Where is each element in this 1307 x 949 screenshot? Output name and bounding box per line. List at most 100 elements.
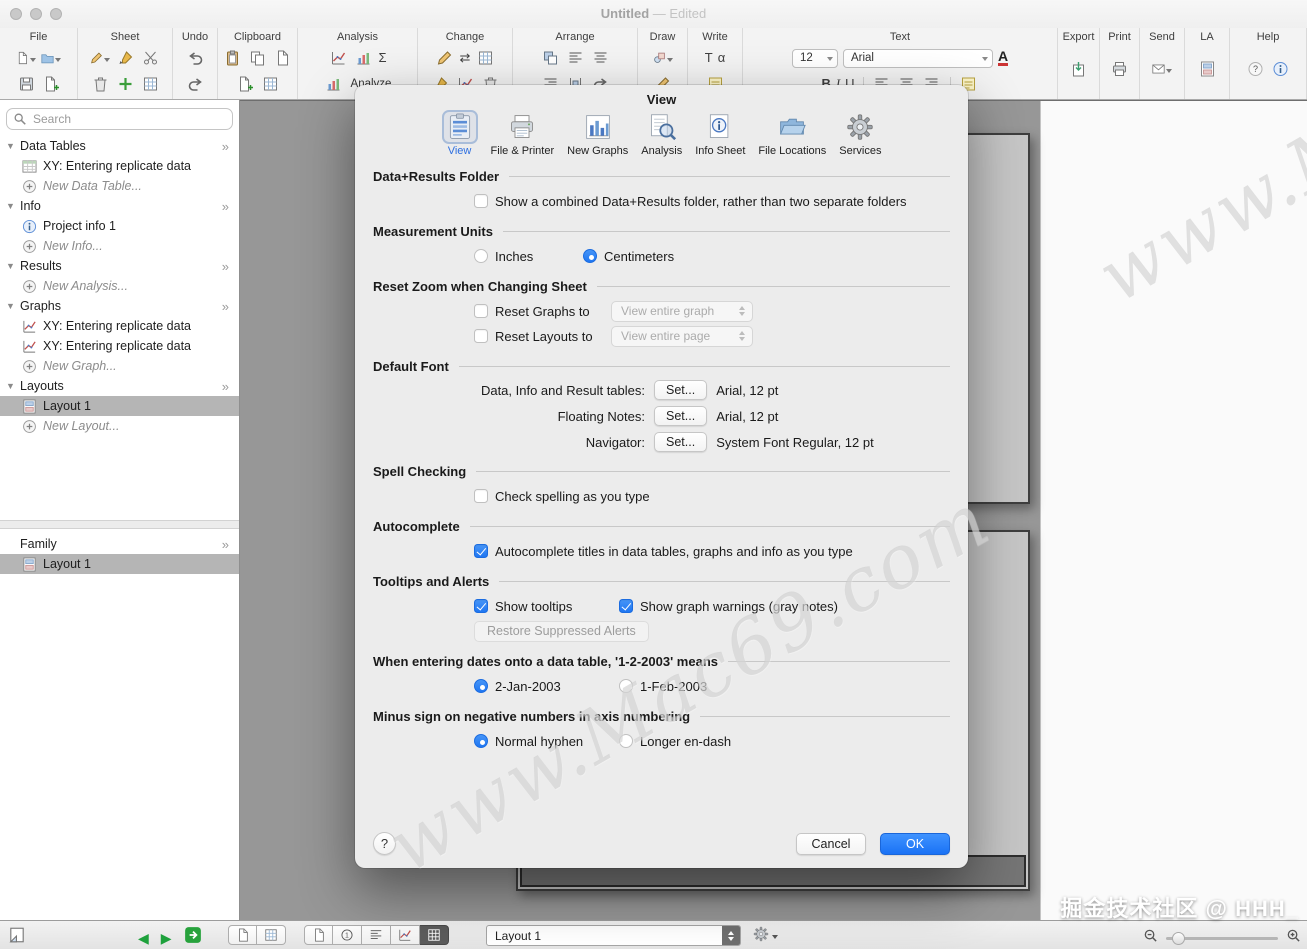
open-file-button[interactable]	[41, 49, 61, 67]
new-sheet-button[interactable]	[115, 75, 135, 93]
align-left-button[interactable]	[565, 49, 585, 67]
disclosure-triangle-icon[interactable]: ▼	[6, 261, 20, 271]
tab-file-printer[interactable]: File & Printer	[491, 110, 554, 157]
centimeters-radio[interactable]	[583, 249, 597, 263]
chevrons-icon[interactable]: »	[222, 379, 229, 394]
chevrons-icon[interactable]: »	[222, 259, 229, 274]
sidebar-item-graph[interactable]: XY: Entering replicate data	[0, 316, 239, 336]
zoom-slider[interactable]	[1166, 931, 1278, 945]
sidebar-item-layout-selected[interactable]: Layout 1	[0, 396, 239, 416]
guides-button[interactable]	[1271, 60, 1291, 78]
align-center-button[interactable]	[590, 49, 610, 67]
sidebar-item-graph[interactable]: XY: Entering replicate data	[0, 336, 239, 356]
search-input[interactable]	[6, 108, 233, 130]
sidebar-item-project-info[interactable]: Project info 1	[0, 216, 239, 236]
en-dash-radio[interactable]	[619, 734, 633, 748]
font-color-button[interactable]: A	[997, 49, 1009, 66]
statistics-icon[interactable]: Σ	[378, 50, 386, 66]
font-size-select[interactable]: 12	[791, 48, 838, 68]
inches-radio[interactable]	[474, 249, 488, 263]
bring-to-front-button[interactable]	[540, 49, 560, 67]
graph-view-button[interactable]	[391, 925, 420, 945]
save-button[interactable]	[16, 75, 36, 93]
family-item-layout-selected[interactable]: Layout 1	[0, 554, 239, 574]
layout-tools-button[interactable]	[1197, 60, 1217, 78]
sheet-grid-button[interactable]	[140, 75, 160, 93]
zoom-slider-knob[interactable]	[1172, 931, 1185, 945]
disclosure-triangle-icon[interactable]: ▼	[6, 201, 20, 211]
combined-folder-checkbox[interactable]	[474, 194, 488, 208]
sidebar-section-results[interactable]: ▼ Results »	[0, 256, 239, 276]
sidebar-item-data-table[interactable]: XY: Entering replicate data	[0, 156, 239, 176]
sidebar-section-layouts[interactable]: ▼ Layouts »	[0, 376, 239, 396]
next-sheet-button[interactable]: ▶	[161, 929, 172, 947]
tab-view[interactable]: View	[441, 110, 478, 157]
page-flip-icon[interactable]	[8, 926, 26, 944]
redo-button[interactable]	[185, 75, 205, 93]
spell-check-checkbox[interactable]	[474, 489, 488, 503]
family-section-header[interactable]: Family »	[0, 534, 239, 554]
chevrons-icon[interactable]: »	[222, 537, 229, 552]
set-tables-font-button[interactable]: Set...	[654, 380, 708, 400]
go-to-linked-sheet-button[interactable]	[184, 926, 202, 949]
cancel-button[interactable]: Cancel	[796, 832, 866, 855]
ok-button[interactable]: OK	[880, 832, 950, 855]
paste-link-button[interactable]	[235, 75, 255, 93]
paste-table-button[interactable]	[260, 75, 280, 93]
sheet-view-button[interactable]	[304, 925, 333, 945]
search-field[interactable]	[6, 108, 233, 130]
chevrons-icon[interactable]: »	[222, 199, 229, 214]
previous-sheet-button[interactable]: ◀	[138, 929, 149, 947]
send-button[interactable]	[1152, 60, 1172, 78]
tab-file-locations[interactable]: File Locations	[758, 110, 826, 157]
sidebar-section-info[interactable]: ▼ Info »	[0, 196, 239, 216]
zoom-in-button[interactable]	[1286, 928, 1301, 948]
font-family-select[interactable]: Arial	[842, 48, 993, 68]
sidebar-section-data-tables[interactable]: ▼ Data Tables »	[0, 136, 239, 156]
autocomplete-checkbox[interactable]	[474, 544, 488, 558]
analysis-line-chart-button[interactable]	[328, 49, 348, 67]
multi-page-view-button[interactable]	[257, 925, 286, 945]
dialog-help-button[interactable]: ?	[373, 832, 396, 855]
change-format-button[interactable]	[475, 49, 495, 67]
export-button[interactable]	[1069, 60, 1089, 78]
analysis-column-chart-button[interactable]	[353, 49, 373, 67]
normal-hyphen-radio[interactable]	[474, 734, 488, 748]
sheet-options-button[interactable]	[753, 926, 778, 947]
set-navigator-font-button[interactable]: Set...	[654, 432, 708, 452]
print-button[interactable]	[1110, 60, 1130, 78]
text-tool-icon[interactable]: T	[705, 50, 713, 66]
change-type-button[interactable]	[435, 49, 455, 67]
tab-info-sheet[interactable]: Info Sheet	[695, 110, 745, 157]
chevrons-icon[interactable]: »	[222, 139, 229, 154]
help-button[interactable]: ?	[1246, 60, 1266, 78]
edit-sheet-button[interactable]	[90, 49, 110, 67]
reset-layouts-checkbox[interactable]	[474, 329, 488, 343]
disclosure-triangle-icon[interactable]: ▼	[6, 381, 20, 391]
date-jan-radio[interactable]	[474, 679, 488, 693]
sheet-selector-dropdown[interactable]: Layout 1	[486, 925, 741, 946]
paste-button[interactable]	[223, 49, 243, 67]
greek-letter-icon[interactable]: α	[718, 50, 726, 66]
set-notes-font-button[interactable]: Set...	[654, 406, 708, 426]
duplicate-file-button[interactable]	[41, 75, 61, 93]
undo-button[interactable]	[185, 49, 205, 67]
zoom-out-button[interactable]	[1143, 928, 1158, 948]
reset-graphs-checkbox[interactable]	[474, 304, 488, 318]
disclosure-triangle-icon[interactable]: ▼	[6, 301, 20, 311]
copy-button[interactable]	[248, 49, 268, 67]
sidebar-item-new-info[interactable]: New Info...	[0, 236, 239, 256]
paste-special-button[interactable]	[273, 49, 293, 67]
sidebar-item-new-graph[interactable]: New Graph...	[0, 356, 239, 376]
new-file-button[interactable]	[16, 49, 36, 67]
tab-new-graphs[interactable]: New Graphs	[567, 110, 628, 157]
format-sheet-button[interactable]	[115, 49, 135, 67]
sidebar-item-new-data-table[interactable]: New Data Table...	[0, 176, 239, 196]
cut-sheet-button[interactable]	[140, 49, 160, 67]
tab-services[interactable]: Services	[839, 110, 881, 157]
sidebar-item-new-analysis[interactable]: New Analysis...	[0, 276, 239, 296]
transpose-icon[interactable]: ⇄	[460, 50, 471, 66]
pane-divider[interactable]	[0, 520, 239, 529]
list-view-button[interactable]	[362, 925, 391, 945]
tab-analysis[interactable]: Analysis	[641, 110, 682, 157]
